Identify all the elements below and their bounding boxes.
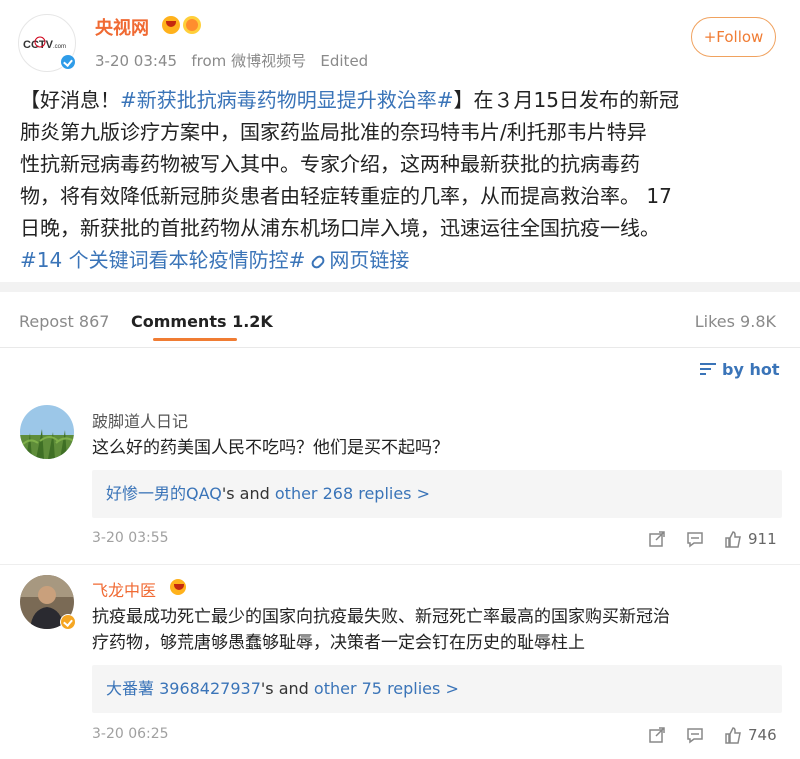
tab-comments[interactable]: Comments 1.2K (131, 312, 273, 331)
comment-icon[interactable] (686, 726, 704, 744)
hashtag-link[interactable]: #新获批抗病毒药物明显提升救治率# (120, 88, 454, 112)
replies-preview[interactable]: 大番薯 3968427937's and other 75 replies > (92, 665, 782, 713)
thumbs-up-icon[interactable] (724, 530, 742, 548)
from-label: from (191, 52, 227, 70)
svg-text:CCTV: CCTV (23, 39, 54, 51)
topic-hashtag-link[interactable]: #14 个关键词看本轮疫情防控# (20, 248, 305, 272)
post-text-fragment: 【好消息！ (20, 88, 120, 112)
cat-emoji-icon (183, 16, 201, 34)
post-line: 【好消息！#新获批抗病毒药物明显提升救治率#】在３月15日发布的新冠 (20, 84, 782, 116)
post-line: 性抗新冠病毒药物被写入其中。专家介绍，这两种最新获批的抗病毒药 (20, 152, 640, 176)
like-count: 746 (748, 726, 777, 744)
cornfield-avatar-image (20, 405, 74, 459)
follow-button[interactable]: +Follow (691, 17, 776, 57)
commenter-avatar[interactable] (20, 405, 74, 459)
post-line: 肺炎第九版诊疗方案中，国家药监局批准的奈玛特韦片/利托那韦片特异 (20, 120, 647, 144)
comment-actions: 746 (648, 726, 780, 746)
comment-line: 抗疫最成功死亡最少的国家向抗疫最失败、新冠死亡率最高的国家购买新冠治 (92, 607, 670, 627)
author-name[interactable]: 央视网 (95, 14, 149, 40)
replies-preview[interactable]: 好惨一男的QAQ's and other 268 replies > (92, 470, 782, 518)
comment-actions: 911 (648, 530, 780, 550)
post-meta: 3-20 03:45 from 微博视频号 Edited (95, 50, 368, 71)
like-count: 911 (748, 530, 777, 548)
comment-time: 3-20 03:55 (92, 530, 169, 546)
post-body: 【好消息！#新获批抗病毒药物明显提升救治率#】在３月15日发布的新冠 肺炎第九版… (20, 84, 782, 276)
edited-label: Edited (320, 52, 369, 70)
post-timestamp: 3-20 03:45 (95, 52, 178, 70)
reply-connector-text: 's and (221, 484, 275, 503)
comment-line: 这么好的药美国人民不吃吗？他们是买不起吗？ (92, 438, 449, 458)
reply-user-link[interactable]: 好惨一男的QAQ (106, 484, 222, 503)
tab-repost[interactable]: Repost 867 (19, 312, 109, 331)
tabs-bar: Repost 867 Comments 1.2K Likes 9.8K (0, 292, 800, 348)
post-card: CCTV .com 央视网 3-20 03:45 from 微博视频号 Edit… (0, 0, 800, 282)
vip-crown-icon (162, 16, 180, 34)
post-line: 日晚，新获批的首批药物从浦东机场口岸入境，迅速运往全国抗疫一线。 (20, 216, 660, 240)
verified-badge-icon (60, 54, 76, 70)
more-replies-link[interactable]: other 75 replies > (314, 679, 459, 698)
post-line: 物，将有效降低新冠肺炎患者由轻症转重症的几率，从而提高救治率。 17 (20, 184, 672, 208)
comment-text: 抗疫最成功死亡最少的国家向抗疫最失败、新冠死亡率最高的国家购买新冠治 疗药物，够… (92, 604, 782, 656)
post-source[interactable]: 微博视频号 (231, 52, 306, 70)
comment-time: 3-20 06:25 (92, 726, 169, 742)
vip-crown-icon (170, 579, 186, 595)
post-line: #14 个关键词看本轮疫情防控# 网页链接 (20, 244, 782, 276)
post-text-fragment: 】在３月15日发布的新冠 (453, 88, 679, 112)
comments-panel: Repost 867 Comments 1.2K Likes 9.8K by h… (0, 292, 800, 759)
link-icon (309, 253, 327, 270)
share-icon[interactable] (648, 530, 666, 548)
tab-likes[interactable]: Likes 9.8K (695, 312, 776, 331)
svg-text:.com: .com (53, 44, 66, 50)
more-replies-link[interactable]: other 268 replies > (275, 484, 430, 503)
sort-label: by hot (722, 360, 780, 379)
comment-line: 疗药物，够荒唐够愚蠢够耻辱，决策者一定会钉在历史的耻辱柱上 (92, 633, 585, 653)
commenter-name[interactable]: 飞龙中医 (92, 577, 156, 601)
cctv-logo-icon: CCTV .com (23, 36, 66, 51)
comment-icon[interactable] (686, 530, 704, 548)
reply-user-link[interactable]: 大番薯 3968427937 (106, 679, 261, 698)
sort-icon (700, 362, 716, 376)
commenter-name[interactable]: 跛脚道人日记 (92, 408, 188, 432)
comment-divider (0, 564, 800, 565)
reply-connector-text: 's and (260, 679, 314, 698)
thumbs-up-icon[interactable] (724, 726, 742, 744)
web-link[interactable]: 网页链接 (329, 248, 409, 272)
comment-text: 这么好的药美国人民不吃吗？他们是买不起吗？ (92, 435, 782, 461)
active-tab-indicator (153, 338, 237, 341)
sort-by-hot-button[interactable]: by hot (700, 360, 779, 379)
verified-badge-icon (60, 614, 76, 630)
share-icon[interactable] (648, 726, 666, 744)
